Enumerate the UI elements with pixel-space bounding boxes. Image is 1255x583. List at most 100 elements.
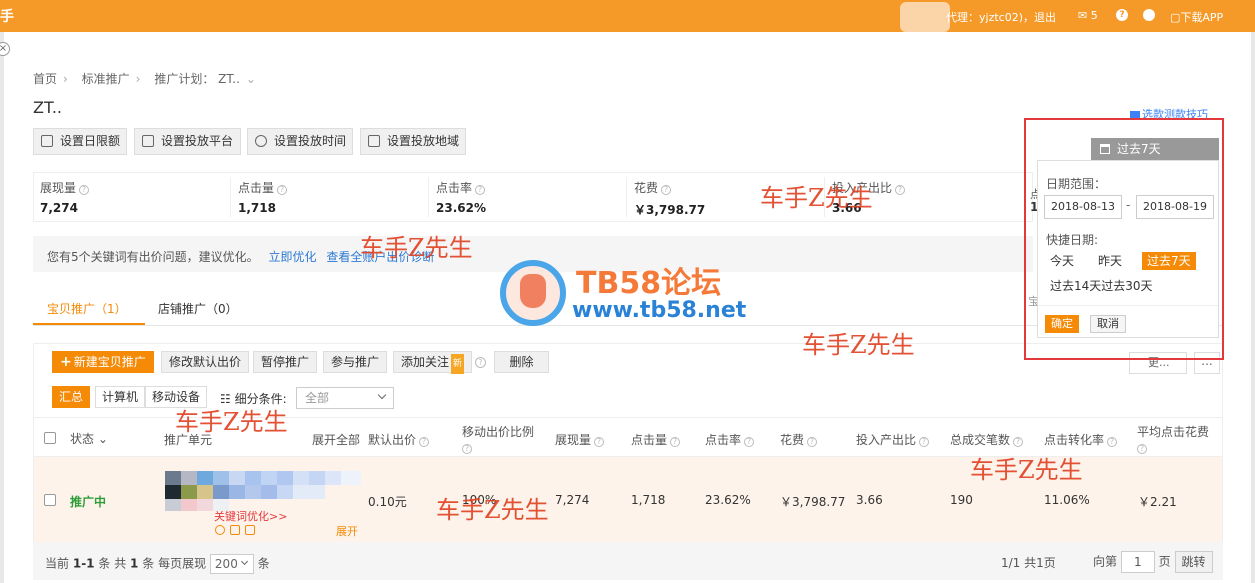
forum-watermark-logo: TB58论坛 www.tb58.net — [500, 258, 760, 328]
chat-icon[interactable] — [1143, 9, 1155, 21]
add-follow-button[interactable]: 添加关注新 — [393, 351, 473, 374]
right-edge — [1251, 32, 1255, 583]
hand-icon — [520, 274, 546, 308]
col-cvr[interactable]: 点击转化率? — [1044, 431, 1118, 448]
date-range-label: 日期范围： — [1046, 177, 1107, 191]
new-badge: 新 — [451, 354, 465, 374]
help-icon[interactable]: ? — [1116, 9, 1128, 21]
row-impressions: 7,274 — [555, 493, 590, 507]
set-time-button[interactable]: 设置投放时间 — [247, 128, 353, 155]
product-thumbnail-blurred[interactable] — [165, 463, 365, 511]
tab-item-promotion[interactable]: 宝贝推广（1） — [47, 300, 127, 317]
watermark: 车手Z先生 — [802, 331, 915, 359]
start-date-input[interactable]: 2018-08-13 — [1044, 195, 1122, 219]
quick-last-7-days[interactable]: 过去7天 — [1142, 252, 1196, 270]
col-orders[interactable]: 总成交笔数? — [950, 431, 1024, 448]
page-number-input[interactable]: 1 — [1120, 551, 1155, 573]
page-info: 1/1 共1页 — [1001, 556, 1056, 570]
cancel-button[interactable]: 取消 — [1090, 315, 1126, 333]
logo: 手 — [0, 9, 14, 25]
watermark: 车手Z先生 — [760, 184, 873, 212]
date-range-trigger[interactable]: 过去7天 — [1091, 138, 1219, 160]
keyword-optimize-link[interactable]: 关键词优化>> — [214, 508, 287, 524]
col-cost[interactable]: 花费? — [780, 431, 818, 448]
optimize-now-link[interactable]: 立即优化 — [268, 250, 316, 264]
quick-yesterday[interactable]: 昨天 — [1093, 252, 1127, 270]
new-item-promotion-button[interactable]: + 新建宝贝推广 — [52, 351, 154, 373]
watermark: 车手Z先生 — [970, 456, 1083, 484]
breadcrumb: 首页 › 标准推广 › 推广计划： ZT.. ⌄ — [33, 72, 256, 86]
stat-clicks: 点击量? 1,718 — [238, 179, 288, 215]
forum-url: www.tb58.net — [572, 298, 747, 323]
col-impressions[interactable]: 展现量? — [555, 431, 605, 448]
breadcrumb-plan[interactable]: 推广计划： ZT.. — [154, 72, 240, 86]
delete-button[interactable]: 删除 — [494, 351, 549, 373]
edit-default-bid-button[interactable]: 修改默认出价 — [161, 351, 250, 373]
set-region-button[interactable]: 设置投放地域 — [360, 128, 466, 155]
col-roi[interactable]: 投入产出比? — [856, 431, 930, 448]
resume-button[interactable]: 参与推广 — [323, 351, 388, 373]
set-daily-limit-button[interactable]: 设置日限额 — [33, 128, 127, 155]
row-ctr: 23.62% — [705, 493, 751, 507]
select-all-checkbox[interactable] — [44, 432, 56, 444]
col-ctr[interactable]: 点击率? — [705, 431, 755, 448]
end-date-input[interactable]: 2018-08-19 — [1136, 195, 1214, 219]
col-default-bid: 默认出价? — [368, 431, 430, 448]
close-icon[interactable]: × — [0, 42, 10, 56]
blurred-username — [900, 2, 950, 32]
stats-panel: 展现量? 7,274 点击量? 1,718 点击率? 23.62% 花费? ￥3… — [33, 172, 1033, 222]
copy-icon[interactable] — [230, 525, 240, 535]
pager-summary: 当前 1-1 条 共 1 条 每页展现 200 条 — [45, 554, 270, 574]
calendar-icon — [1100, 144, 1110, 154]
row-checkbox[interactable] — [44, 494, 56, 506]
segment-computer[interactable]: 计算机 — [95, 386, 146, 408]
chevron-down-icon — [240, 557, 248, 566]
breadcrumb-home[interactable]: 首页 — [33, 72, 57, 86]
page-title: ZT.. — [33, 98, 63, 117]
date-picker-popover: 日期范围： 2018-08-13 - 2018-08-19 快捷日期: 今天 昨… — [1037, 160, 1219, 338]
pause-icon[interactable] — [215, 525, 225, 535]
quick-last-14-30-days[interactable]: 过去14天过去30天 — [1050, 277, 1153, 294]
download-app-link[interactable]: ▢下载APP — [1170, 9, 1223, 25]
confirm-button[interactable]: 确定 — [1045, 315, 1079, 333]
col-cpc[interactable]: 平均点击花费? — [1137, 423, 1209, 454]
row-clicks: 1,718 — [631, 493, 666, 507]
quick-date-label: 快捷日期: — [1046, 233, 1099, 247]
stat-impressions: 展现量? 7,274 — [40, 179, 90, 215]
jump-button[interactable]: 跳转 — [1174, 551, 1213, 573]
limit-icon — [41, 135, 53, 147]
chevron-down-icon — [377, 390, 387, 400]
row-status: 推广中 — [70, 495, 107, 509]
breadcrumb-standard[interactable]: 标准推广 — [82, 72, 130, 86]
segment-summary[interactable]: 汇总 — [52, 386, 91, 408]
row-cost: ￥3,798.77 — [780, 495, 846, 509]
watermark: 车手Z先生 — [436, 496, 549, 524]
expand-link[interactable]: 展开 — [336, 523, 358, 539]
col-status[interactable]: 状态 ⌄ — [70, 430, 108, 447]
delete-icon[interactable] — [245, 525, 255, 535]
messages-link[interactable]: ✉ 5 — [1078, 9, 1098, 22]
page-jump: 向第 1 页 跳转 — [1093, 551, 1213, 573]
left-edge — [0, 32, 4, 583]
help-icon[interactable]: ? — [475, 357, 486, 368]
col-clicks[interactable]: 点击量? — [631, 431, 681, 448]
top-bar: 手 代理：yjztc02)，退出 ✉ 5 ? ▢下载APP — [0, 0, 1255, 32]
pause-button[interactable]: 暂停推广 — [253, 351, 318, 373]
quick-today[interactable]: 今天 — [1045, 252, 1079, 270]
row-action-icons — [215, 524, 260, 538]
set-platform-button[interactable]: 设置投放平台 — [134, 128, 241, 155]
agent-logout-link[interactable]: 代理：yjztc02)，退出 — [946, 9, 1056, 25]
pagination: 当前 1-1 条 共 1 条 每页展现 200 条 1/1 共1页 向第 1 页… — [33, 542, 1223, 580]
stat-cost: 花费? ￥3,798.77 — [634, 181, 706, 217]
watermark: 车手Z先生 — [175, 408, 288, 436]
page-size-select[interactable]: 200 — [209, 554, 254, 574]
row-cvr: 11.06% — [1044, 493, 1090, 507]
tab-shop-promotion[interactable]: 店铺推广（0） — [158, 300, 238, 317]
stat-ctr: 点击率? 23.62% — [436, 181, 486, 215]
row-cpc: ￥2.21 — [1138, 495, 1177, 509]
expand-all-link[interactable]: 展开全部 — [312, 431, 360, 448]
filter-select[interactable]: 全部 — [296, 387, 394, 409]
location-icon — [368, 135, 380, 147]
clock-icon — [255, 135, 267, 147]
row-roi: 3.66 — [856, 493, 883, 507]
